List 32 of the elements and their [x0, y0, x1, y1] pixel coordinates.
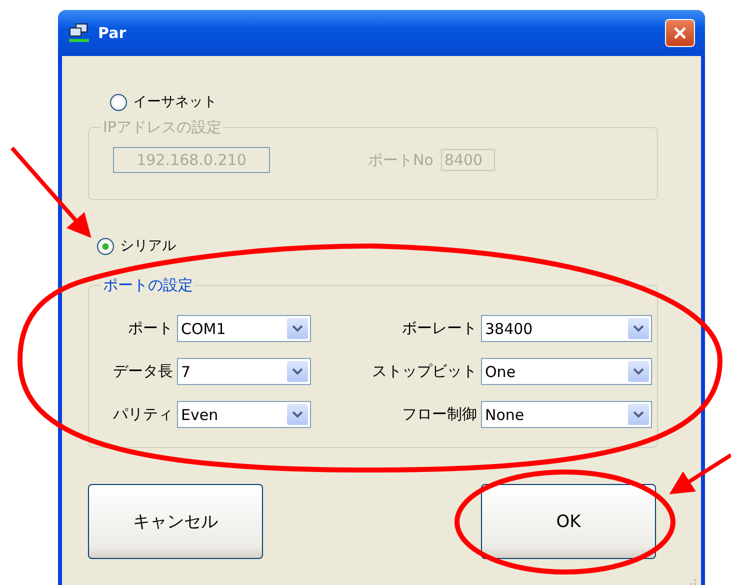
chevron-down-icon	[633, 368, 644, 375]
chevron-down-icon	[633, 325, 644, 332]
chevron-down-icon	[633, 411, 644, 418]
field-label: ポートNo	[368, 150, 434, 170]
chevron-down-icon	[292, 325, 303, 332]
window-title: Par	[98, 24, 128, 42]
field-label: データ長	[112, 362, 173, 381]
dropdown[interactable]: One	[481, 358, 652, 385]
radio-button[interactable]	[97, 238, 114, 254]
chevron-down-icon	[292, 368, 303, 375]
field-label: パリティ	[112, 405, 173, 424]
dialog-button[interactable]: OK	[481, 484, 656, 559]
dropdown[interactable]: 7	[177, 358, 311, 385]
chevron-down-icon	[292, 411, 303, 418]
dropdown[interactable]: COM1	[177, 315, 311, 342]
group-title: ポートの設定	[102, 276, 194, 295]
group-title: IPアドレスの設定	[102, 118, 222, 137]
network-icon	[68, 23, 90, 43]
field-label: ポート	[127, 319, 173, 338]
annotation-arrow	[669, 453, 731, 494]
dropdown[interactable]: 38400	[481, 315, 652, 342]
close-icon	[672, 25, 688, 41]
field-label: ストップビット	[371, 362, 477, 381]
radio-label: イーサネット	[133, 93, 217, 111]
dropdown[interactable]: None	[481, 401, 652, 428]
radio-button[interactable]	[110, 94, 127, 110]
radio-label: シリアル	[120, 237, 176, 255]
dialog-button[interactable]: キャンセル	[88, 484, 263, 559]
dropdown[interactable]: Even	[177, 401, 311, 428]
field-label: フロー制御	[401, 405, 477, 424]
field-label: ボーレート	[401, 319, 477, 338]
close-button[interactable]	[665, 19, 695, 47]
